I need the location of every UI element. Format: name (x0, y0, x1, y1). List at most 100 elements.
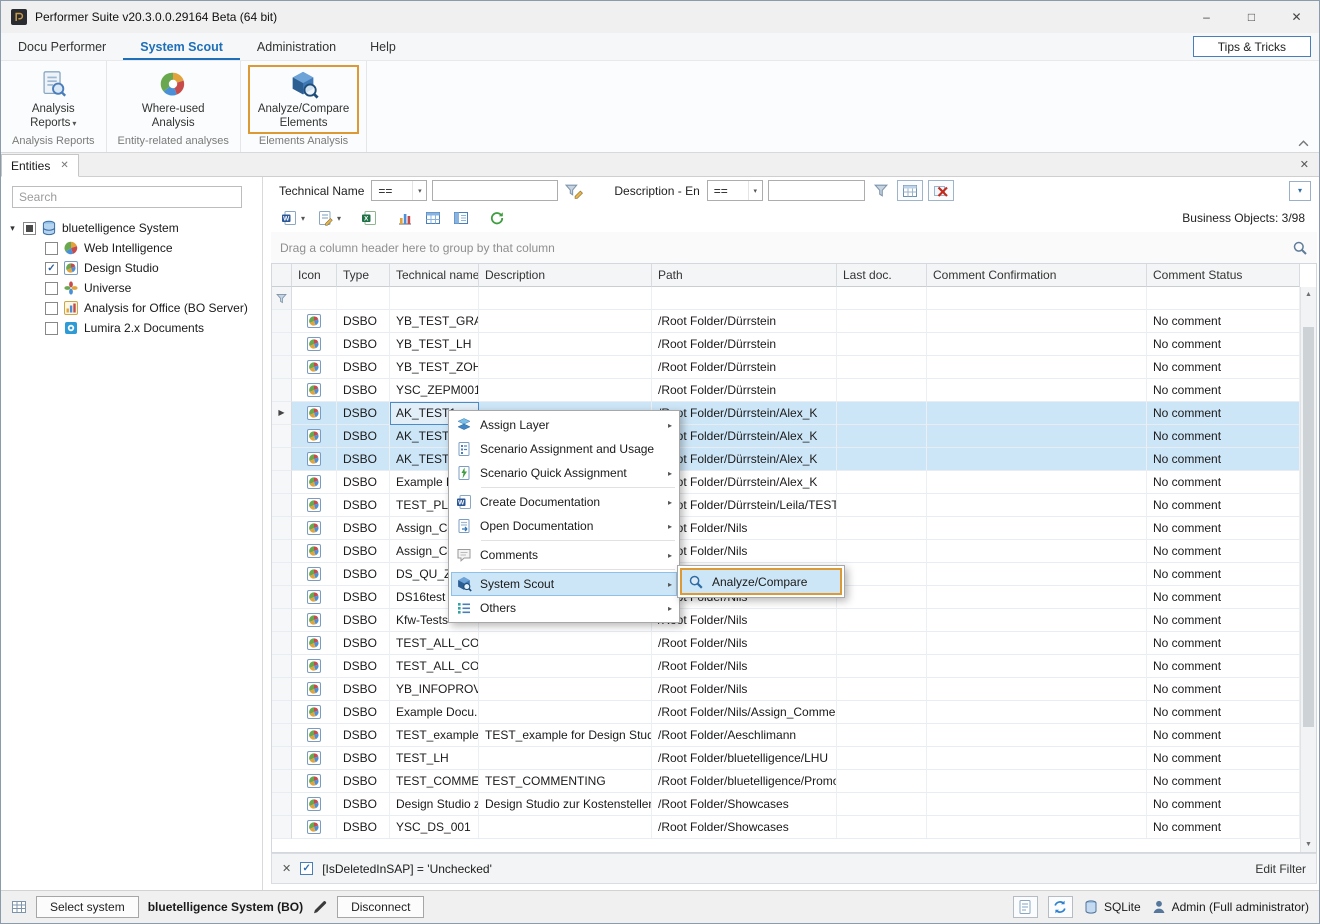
edit-filter-button[interactable]: Edit Filter (1255, 862, 1306, 876)
scroll-down-icon[interactable]: ▼ (1301, 837, 1316, 852)
menu-item-scenario-quick-assignment[interactable]: Scenario Quick Assignment▸ (451, 461, 677, 485)
export-excel-button[interactable]: X (359, 208, 379, 228)
collapse-criteria-button[interactable]: ▾ (1289, 181, 1311, 201)
remove-filter-icon[interactable]: ✕ (282, 862, 291, 875)
export-documentation-button[interactable]: ▾ (315, 208, 343, 228)
sync-button[interactable] (1048, 896, 1073, 918)
table-row[interactable]: DSBOTEST_ALL_CO.../Root Folder/NilsNo co… (272, 655, 1316, 678)
table-row[interactable]: DSBOExample Doc/Root Folder/Dürrstein/Al… (272, 471, 1316, 494)
table-row[interactable]: DSBOYSC_DS_001/Root Folder/ShowcasesNo c… (272, 816, 1316, 839)
chevron-down-icon[interactable]: ▾ (337, 214, 341, 223)
menu-item-assign-layer[interactable]: Assign Layer▸ (451, 413, 677, 437)
tree-item-web-intelligence[interactable]: Web Intelligence (1, 238, 262, 258)
menu-item-create-documentation[interactable]: WCreate Documentation▸ (451, 490, 677, 514)
table-row[interactable]: DSBOTEST_LH/Root Folder/bluetelligence/L… (272, 747, 1316, 770)
clear-filter-button[interactable] (928, 180, 954, 201)
description-filter-input[interactable] (768, 180, 865, 201)
group-by-panel[interactable]: Drag a column header here to group by th… (271, 232, 1317, 263)
table-row[interactable]: DSBOExample Docu.../Root Folder/Nils/Ass… (272, 701, 1316, 724)
checkbox-unchecked[interactable] (45, 242, 58, 255)
tree-item-lumira-2-x-documents[interactable]: Lumira 2.x Documents (1, 318, 262, 338)
table-row[interactable]: DSBOTEST_COMME...TEST_COMMENTING/Root Fo… (272, 770, 1316, 793)
select-system-button[interactable]: Select system (36, 896, 139, 918)
analyze-compare-elements-button[interactable]: Analyze/CompareElements (248, 65, 359, 134)
chevron-down-icon[interactable]: ▾ (301, 214, 305, 223)
table-row[interactable]: DSBOYB_INFOPROV.../Root Folder/NilsNo co… (272, 678, 1316, 701)
technical-name-filter-input[interactable] (432, 180, 558, 201)
table-row[interactable]: DSBODesign Studio z...Design Studio zur … (272, 793, 1316, 816)
tree-item-bluetelligence-system[interactable]: ▾bluetelligence System (1, 218, 262, 238)
menu-item-scenario-assignment-and-usage[interactable]: Scenario Assignment and Usage (451, 437, 677, 461)
column-header-description[interactable]: Description (479, 264, 652, 287)
ribbon-tab-administration[interactable]: Administration (240, 33, 353, 60)
log-button[interactable] (1013, 896, 1038, 918)
column-header-path[interactable]: Path (652, 264, 837, 287)
checkbox-partial[interactable] (23, 222, 36, 235)
close-tab-icon[interactable]: ✕ (60, 160, 68, 171)
chart-button[interactable] (395, 208, 415, 228)
pencil-icon[interactable] (312, 899, 328, 915)
sidebar-search-input[interactable] (12, 186, 242, 208)
ribbon-tab-system-scout[interactable]: System Scout (123, 33, 240, 60)
export-word-button[interactable]: W▾ (279, 208, 307, 228)
submenu-item-analyze-compare[interactable]: Analyze/Compare (680, 568, 842, 595)
filter-cell[interactable] (479, 287, 652, 310)
filter-cell[interactable] (390, 287, 479, 310)
search-grid-icon[interactable] (1292, 240, 1308, 256)
table-row[interactable]: DSBOYSC_ZEPM001/Root Folder/DürrsteinNo … (272, 379, 1316, 402)
menu-item-others[interactable]: Others▸ (451, 596, 677, 620)
table-row[interactable]: DSBOAssign_Comm/Root Folder/NilsNo comme… (272, 540, 1316, 563)
checkbox-checked[interactable]: ✓ (45, 262, 58, 275)
maximize-button[interactable]: □ (1229, 1, 1274, 33)
checkbox-unchecked[interactable] (45, 282, 58, 295)
table-row[interactable]: DSBOTEST_ALL_CO.../Root Folder/NilsNo co… (272, 632, 1316, 655)
column-header-technical-name[interactable]: Technical name (390, 264, 479, 287)
table-row[interactable]: DSBOKfw-Tests/Root Folder/NilsNo comment (272, 609, 1316, 632)
scroll-up-icon[interactable]: ▲ (1301, 287, 1316, 302)
description-operator-select[interactable]: == ▾ (707, 180, 763, 201)
expander-icon[interactable]: ▾ (7, 223, 18, 234)
tips-tricks-button[interactable]: Tips & Tricks (1193, 36, 1311, 57)
table-row[interactable]: DSBOAK_TEST2/Root Folder/Dürrstein/Alex_… (272, 425, 1316, 448)
filter-cell[interactable] (337, 287, 390, 310)
column-header-icon[interactable]: Icon (292, 264, 337, 287)
tree-item-universe[interactable]: Universe (1, 278, 262, 298)
card-view-button[interactable] (451, 208, 471, 228)
close-button[interactable]: ✕ (1274, 1, 1319, 33)
filter-enabled-checkbox[interactable]: ✓ (300, 862, 313, 875)
table-row[interactable]: DSBOAssign_Comm/Root Folder/NilsNo comme… (272, 517, 1316, 540)
column-header-comment-confirmation[interactable]: Comment Confirmation (927, 264, 1147, 287)
filter-row-toggle-button[interactable] (897, 180, 923, 201)
ribbon-tab-help[interactable]: Help (353, 33, 413, 60)
checkbox-unchecked[interactable] (45, 302, 58, 315)
table-view-button[interactable] (423, 208, 443, 228)
menu-item-open-documentation[interactable]: Open Documentation▸ (451, 514, 677, 538)
refresh-button[interactable] (487, 208, 507, 228)
tree-item-analysis-for-office-bo-server[interactable]: Analysis for Office (BO Server) (1, 298, 262, 318)
menu-item-system-scout[interactable]: System Scout▸ (451, 572, 677, 596)
table-row[interactable]: DSBOTEST_PLANN/Root Folder/Dürrstein/Lei… (272, 494, 1316, 517)
chevron-down-icon[interactable]: ▾ (412, 181, 426, 200)
analysis-reports-button[interactable]: AnalysisReports▾ (20, 65, 86, 134)
where-used-analysis-button[interactable]: Where-usedAnalysis (132, 65, 215, 134)
close-tabgroup-icon[interactable]: ✕ (1300, 158, 1309, 171)
menu-item-comments[interactable]: Comments▸ (451, 543, 677, 567)
tab-entities[interactable]: Entities ✕ (1, 154, 79, 177)
disconnect-button[interactable]: Disconnect (337, 896, 424, 918)
minimize-button[interactable]: – (1184, 1, 1229, 33)
ribbon-tab-docu-performer[interactable]: Docu Performer (1, 33, 123, 60)
funnel-icon[interactable] (870, 182, 892, 199)
tree-item-design-studio[interactable]: ✓Design Studio (1, 258, 262, 278)
filter-cell[interactable] (652, 287, 837, 310)
chevron-down-icon[interactable]: ▾ (748, 181, 762, 200)
vertical-scrollbar[interactable]: ▲ ▼ (1300, 287, 1316, 852)
filter-cell[interactable] (292, 287, 337, 310)
filter-cell[interactable] (927, 287, 1147, 310)
column-header-comment-status[interactable]: Comment Status (1147, 264, 1300, 287)
table-row[interactable]: DSBOYB_TEST_ZOHO/Root Folder/DürrsteinNo… (272, 356, 1316, 379)
filter-edit-icon[interactable] (563, 182, 585, 199)
table-row[interactable]: DSBOAK_TEST3/Root Folder/Dürrstein/Alex_… (272, 448, 1316, 471)
table-row[interactable]: DSBOTEST_exampleTEST_example for Design … (272, 724, 1316, 747)
column-header-last-doc[interactable]: Last doc. (837, 264, 927, 287)
technical-name-operator-select[interactable]: == ▾ (371, 180, 427, 201)
